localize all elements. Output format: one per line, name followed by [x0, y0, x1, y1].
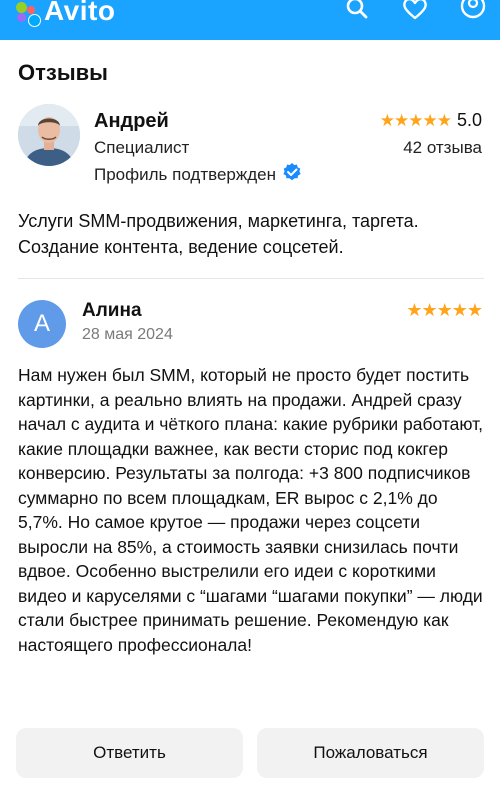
seller-name[interactable]: Андрей [94, 110, 169, 133]
top-bar: Avito [0, 0, 500, 40]
logo-text: Avito [44, 0, 116, 26]
reviewer-avatar: А [18, 300, 66, 348]
seller-role: Специалист [94, 138, 190, 157]
seller-description: Услуги SMM-продвижения, маркетинга, тарг… [18, 211, 419, 257]
reviewer-name: Алина [82, 300, 142, 321]
rating-stars-icon: ★★★★★ [379, 110, 452, 130]
seller-card: Андрей Специалист Профиль подтвержден ★★… [18, 104, 484, 200]
seller-rating: ★★★★★ 5.0 [380, 110, 482, 131]
verified-status: Профиль подтвержден [94, 162, 302, 187]
review-actions: Ответить Пожаловаться [16, 728, 484, 778]
rating-value: 5.0 [456, 110, 482, 130]
profile-icon[interactable] [458, 0, 488, 22]
heart-icon[interactable] [400, 0, 430, 22]
report-button[interactable]: Пожаловаться [257, 728, 484, 778]
seller-avatar[interactable] [18, 104, 80, 166]
review-text: Нам нужен был SMM, который не просто буд… [18, 365, 484, 655]
reply-button[interactable]: Ответить [16, 728, 243, 778]
verified-icon [282, 162, 302, 187]
page-title: Отзывы [18, 60, 108, 85]
review-date: 28 мая 2024 [82, 326, 173, 343]
reviews-count[interactable]: 42 отзыва [403, 138, 482, 158]
search-icon[interactable] [342, 0, 372, 22]
review-stars-icon: ★★★★★ [406, 300, 483, 320]
divider [18, 278, 484, 279]
logo-dots-icon [14, 0, 41, 27]
avito-logo[interactable]: Avito [14, 0, 115, 27]
review-header: А Алина 28 мая 2024 ★★★★★ [18, 296, 484, 352]
verified-label: Профиль подтвержден [94, 164, 276, 184]
